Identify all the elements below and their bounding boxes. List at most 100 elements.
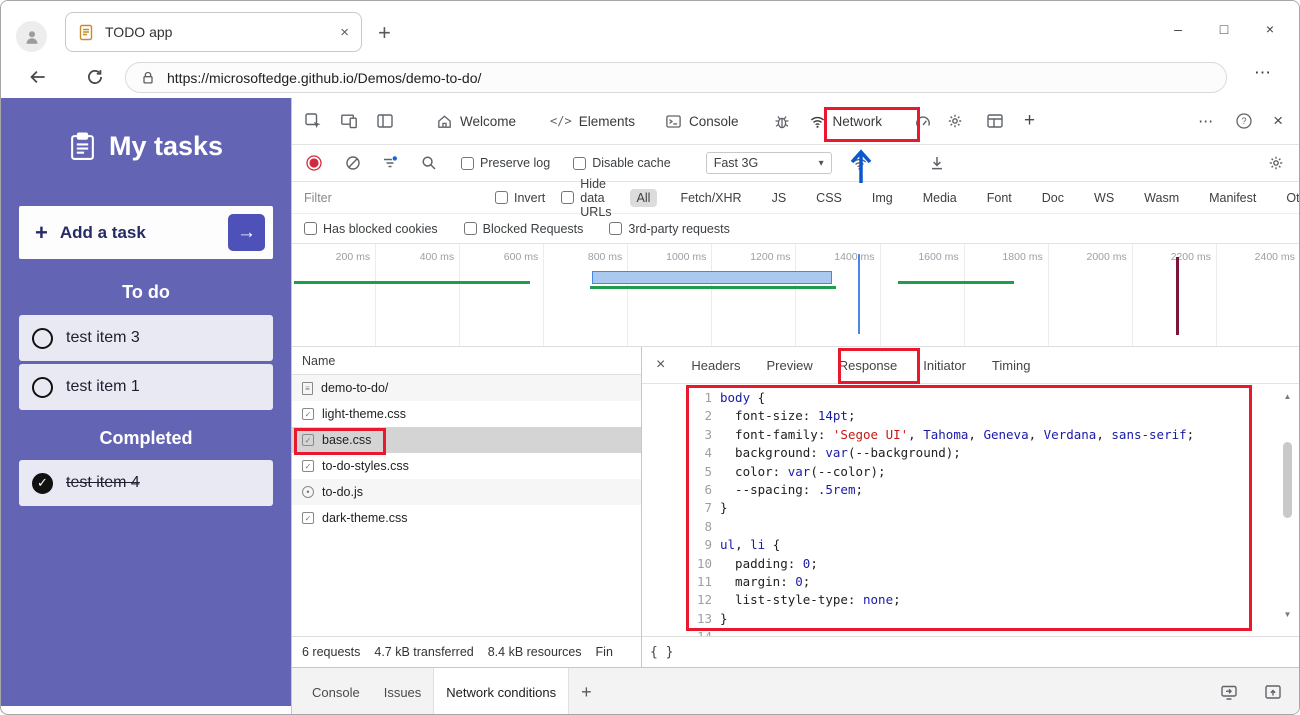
export-har-icon[interactable] [928,154,946,172]
tab-headers[interactable]: Headers [691,358,740,373]
filter-pill-img[interactable]: Img [865,189,900,207]
expand-drawer-icon[interactable] [1264,683,1282,701]
network-toolbar: Preserve log Disable cache Fast 3G ▾ [292,145,1299,182]
profile-avatar[interactable] [16,21,47,52]
hide-data-urls-checkbox[interactable]: Hide data URLs [561,177,612,219]
format-code-button[interactable]: { } [650,645,673,660]
scrollbar-track[interactable] [1280,404,1295,608]
content-area: My tasks + Add a task → To do test item … [1,98,1299,714]
scroll-up-icon[interactable]: ▲ [1280,390,1295,404]
tab-network[interactable]: Network [809,113,882,130]
layout-panel-icon[interactable] [986,112,1004,130]
filter-pill-manifest[interactable]: Manifest [1202,189,1263,207]
scrollbar[interactable]: ▲ ▼ [1280,390,1295,622]
address-bar[interactable]: https://microsoftedge.github.io/Demos/de… [125,62,1227,93]
back-button[interactable] [28,67,48,87]
name-column-header[interactable]: Name [292,347,641,375]
new-tab-button[interactable]: + [378,20,391,46]
browser-tab[interactable]: TODO app × [65,12,362,52]
network-settings-gear-icon[interactable] [1267,154,1285,172]
filter-pill-media[interactable]: Media [916,189,964,207]
filter-pill-wasm[interactable]: Wasm [1137,189,1186,207]
device-toolbar-icon[interactable] [340,112,358,130]
person-icon [26,30,37,44]
invert-checkbox[interactable]: Invert [495,191,545,205]
filter-pill-css[interactable]: CSS [809,189,849,207]
response-code-viewer[interactable]: 1 body {2 font-size: 14pt; 3 font-family: … [642,384,1272,636]
filter-pill-all[interactable]: All [629,188,658,207]
filter-pill-js[interactable]: JS [765,189,794,207]
unchecked-circle-icon[interactable] [32,327,53,349]
record-button[interactable] [305,154,323,172]
tab-favicon-icon [79,24,93,40]
throttling-select[interactable]: Fast 3G ▾ [705,152,832,174]
filter-input[interactable] [304,190,465,205]
more-tools-button[interactable]: + [1024,110,1035,132]
tab-elements[interactable]: </> Elements [550,114,635,129]
tab-welcome[interactable]: Welcome [436,113,516,130]
code-lines: 1 body {2 font-size: 14pt; 3 font-family: … [642,389,1272,636]
help-icon[interactable]: ? [1235,112,1253,130]
tab-preview[interactable]: Preview [766,358,812,373]
line-number: 6 [704,481,712,497]
tab-console[interactable]: Console [665,113,739,130]
add-task-bar[interactable]: + Add a task → [19,206,273,259]
line-number: 10 [696,555,712,571]
filter-pill-font[interactable]: Font [980,189,1019,207]
close-detail-button[interactable]: × [656,356,665,374]
bug-icon[interactable] [773,112,791,130]
blocked-requests-checkbox[interactable]: Blocked Requests [463,222,583,236]
monitor-arrow-icon[interactable] [1220,683,1238,701]
requests-count: 6 requests [302,645,361,659]
drawer-tab-network-conditions[interactable]: Network conditions [433,668,570,714]
close-window-button[interactable]: × [1247,14,1293,44]
filter-pill-other[interactable]: Other [1279,189,1299,207]
request-row-dark-theme-css[interactable]: dark-theme.css [292,505,641,531]
inspect-icon[interactable] [304,112,322,130]
add-drawer-tool-button[interactable]: + [581,682,592,703]
tab-response[interactable]: Response [839,358,898,373]
request-row-demo-to-do-[interactable]: demo-to-do/ [292,375,641,401]
browser-menu-button[interactable]: ⋯ [1254,63,1271,83]
maximize-button[interactable]: □ [1201,14,1247,44]
line-number: 11 [696,573,712,589]
waterfall-bar-blue [592,271,832,284]
unchecked-circle-icon[interactable] [32,376,53,398]
filter-pill-ws[interactable]: WS [1087,189,1121,207]
clear-button[interactable] [344,154,362,172]
preserve-log-checkbox[interactable]: Preserve log [461,156,550,170]
submit-task-button[interactable]: → [228,214,265,251]
disable-cache-checkbox[interactable]: Disable cache [573,156,671,170]
tab-initiator[interactable]: Initiator [923,358,966,373]
close-devtools-button[interactable]: × [1273,111,1283,131]
filter-funnel-icon[interactable] [381,154,399,172]
refresh-button[interactable] [85,67,105,87]
has-blocked-cookies-checkbox[interactable]: Has blocked cookies [304,222,438,236]
filter-pill-doc[interactable]: Doc [1035,189,1071,207]
performance-icon[interactable] [914,112,932,130]
scroll-down-icon[interactable]: ▼ [1280,608,1295,622]
third-party-requests-checkbox[interactable]: 3rd-party requests [609,222,730,236]
completed-item[interactable]: ✓ test item 4 [19,460,273,506]
activity-bar-icon[interactable] [376,112,394,130]
drawer-tab-issues[interactable]: Issues [372,668,434,714]
search-icon[interactable] [420,154,438,172]
request-row-to-do-js[interactable]: to-do.js [292,479,641,505]
scrollbar-thumb[interactable] [1283,442,1292,518]
request-row-base-css[interactable]: base.css [292,427,641,453]
network-conditions-icon[interactable] [851,155,868,172]
todo-item[interactable]: test item 1 [19,364,273,410]
devtools-menu-button[interactable]: ⋯ [1198,112,1213,130]
request-row-to-do-styles-css[interactable]: to-do-styles.css [292,453,641,479]
request-row-light-theme-css[interactable]: light-theme.css [292,401,641,427]
todo-item[interactable]: test item 3 [19,315,273,361]
stylesheet-file-icon [302,434,314,446]
code-line: 13} [642,610,1272,628]
tab-timing[interactable]: Timing [992,358,1031,373]
checked-circle-icon[interactable]: ✓ [32,472,53,494]
drawer-tab-console[interactable]: Console [300,668,372,714]
filter-pill-fetch-xhr[interactable]: Fetch/XHR [673,189,748,207]
settings-gear-icon[interactable] [946,112,964,130]
tab-close-button[interactable]: × [340,24,349,41]
minimize-button[interactable]: – [1155,14,1201,44]
